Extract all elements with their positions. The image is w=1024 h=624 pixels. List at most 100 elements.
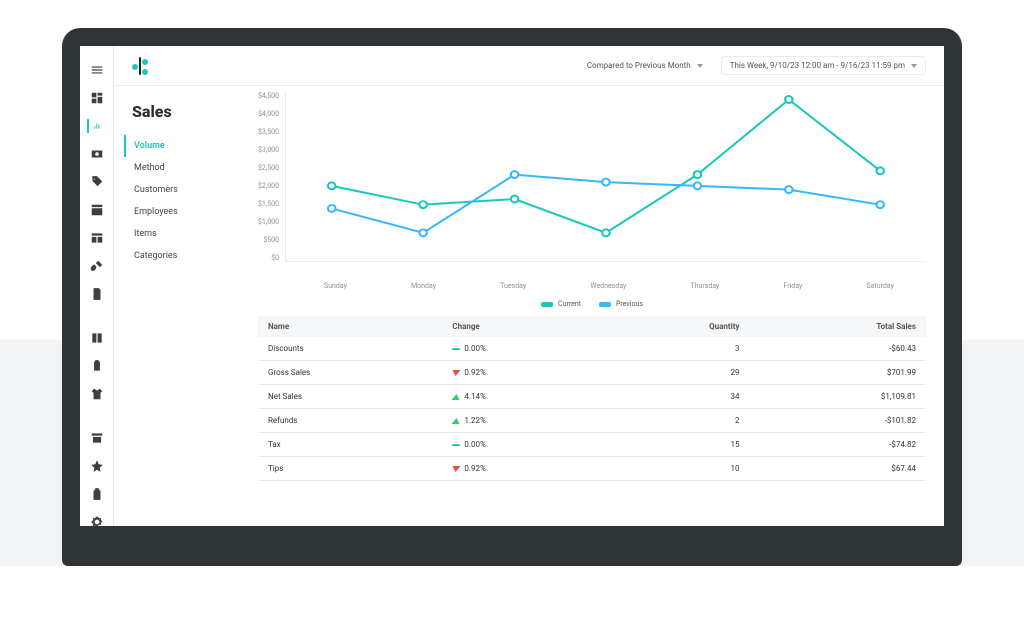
table-row[interactable]: Net Sales 4.14% 34$1,109.81	[258, 385, 926, 409]
change-value: 4.14%	[464, 392, 485, 401]
cell-name: Tax	[258, 433, 442, 457]
chart-point	[328, 205, 335, 212]
clipboard-icon[interactable]	[90, 359, 104, 373]
arrow-down-icon	[452, 370, 461, 376]
chart-point	[602, 179, 609, 186]
cell-total: -$60.43	[749, 337, 926, 361]
y-tick: $1,000	[258, 218, 279, 226]
table-icon[interactable]	[90, 231, 104, 245]
chevron-down-icon	[911, 64, 917, 68]
metrics-table: NameChangeQuantityTotal Sales Discounts0…	[258, 316, 926, 481]
archive-icon[interactable]	[90, 431, 104, 445]
y-tick: $3,000	[258, 146, 279, 154]
cell-change: 0.92%	[442, 361, 600, 385]
subnav-item-items[interactable]: Items	[124, 223, 236, 245]
table-header: Change	[442, 316, 600, 337]
tools-icon[interactable]	[90, 259, 104, 273]
cell-name: Net Sales	[258, 385, 442, 409]
topbar: Compared to Previous Month This Week, 9/…	[114, 46, 944, 86]
table-row[interactable]: Discounts0.00%3-$60.43	[258, 337, 926, 361]
subnav-item-categories[interactable]: Categories	[124, 245, 236, 267]
compare-dropdown[interactable]: Compared to Previous Month	[579, 57, 711, 74]
chart-point	[877, 167, 884, 174]
cell-quantity: 2	[601, 409, 750, 433]
cell-total: $67.44	[749, 457, 926, 481]
cell-change: 0.00%	[442, 433, 600, 457]
table-row[interactable]: Refunds1.22%2-$101.82	[258, 409, 926, 433]
table-header: Total Sales	[749, 316, 926, 337]
cell-total: $1,109.81	[749, 385, 926, 409]
table-row[interactable]: Tips0.92%10$67.44	[258, 457, 926, 481]
chart-point	[328, 182, 335, 189]
compare-label: Compared to Previous Month	[587, 61, 691, 70]
cell-name: Gross Sales	[258, 361, 442, 385]
cell-quantity: 15	[601, 433, 750, 457]
cell-quantity: 3	[601, 337, 750, 361]
cell-change: 0.00%	[442, 337, 600, 361]
cell-quantity: 10	[601, 457, 750, 481]
app-screen: sw Compared to Previous Month This Week,…	[80, 46, 944, 526]
cash-icon[interactable]	[90, 147, 104, 161]
subnav-item-method[interactable]: Method	[124, 157, 236, 179]
date-range-dropdown[interactable]: This Week, 9/10/23 12:00 am - 9/16/23 11…	[721, 56, 926, 75]
avatar[interactable]: sw	[88, 536, 106, 544]
section-subnav: Sales VolumeMethodCustomersEmployeesItem…	[114, 86, 254, 526]
subnav-item-volume[interactable]: Volume	[124, 135, 236, 157]
reports-icon[interactable]	[87, 119, 101, 133]
inventory-icon[interactable]	[90, 203, 104, 217]
book-icon[interactable]	[90, 331, 104, 345]
cell-name: Tips	[258, 457, 442, 481]
menu-icon[interactable]	[90, 63, 104, 77]
shirt-icon[interactable]	[90, 387, 104, 401]
sales-chart: $4,500$4,000$3,500$3,000$2,500$2,000$1,5…	[258, 92, 926, 282]
arrow-up-icon	[452, 418, 461, 424]
chart-point	[419, 201, 426, 208]
y-tick: $4,500	[258, 92, 279, 100]
battery-icon[interactable]	[90, 487, 104, 501]
chevron-down-icon	[697, 64, 703, 68]
y-tick: $4,000	[258, 110, 279, 118]
legend-swatch	[541, 302, 553, 307]
chart-legend: CurrentPrevious	[258, 300, 926, 308]
chart-point	[785, 96, 792, 103]
cell-quantity: 34	[601, 385, 750, 409]
x-tick: Friday	[783, 282, 802, 290]
x-tick: Saturday	[866, 282, 893, 290]
icon-rail: sw	[80, 46, 114, 526]
chart-point	[511, 171, 518, 178]
legend-label: Previous	[616, 300, 643, 308]
chart-y-axis: $4,500$4,000$3,500$3,000$2,500$2,000$1,5…	[258, 92, 285, 262]
star-icon[interactable]	[90, 459, 104, 473]
table-row[interactable]: Tax 0.00% 15-$74.82	[258, 433, 926, 457]
chart-point	[877, 201, 884, 208]
x-tick: Tuesday	[500, 282, 526, 290]
body: Sales VolumeMethodCustomersEmployeesItem…	[114, 86, 944, 526]
cell-total: -$74.82	[749, 433, 926, 457]
cell-quantity: 29	[601, 361, 750, 385]
cell-name: Discounts	[258, 337, 442, 361]
y-tick: $2,500	[258, 164, 279, 172]
change-value: 0.00%	[464, 440, 485, 449]
chart-plot	[285, 92, 926, 262]
app-logo	[132, 57, 150, 75]
content-area: $4,500$4,000$3,500$3,000$2,500$2,000$1,5…	[254, 86, 944, 526]
x-tick: Wednesday	[590, 282, 626, 290]
cell-change: 1.22%	[442, 409, 600, 433]
table-header: Quantity	[601, 316, 750, 337]
document-icon[interactable]	[90, 287, 104, 301]
chart-point	[511, 196, 518, 203]
change-value: 1.22%	[464, 416, 485, 425]
subnav-item-customers[interactable]: Customers	[124, 179, 236, 201]
chart-point	[602, 229, 609, 236]
change-value: 0.92%	[464, 368, 485, 377]
cell-change: 0.92%	[442, 457, 600, 481]
dashboard-icon[interactable]	[90, 91, 104, 105]
gear-icon[interactable]	[90, 515, 104, 529]
tag-icon[interactable]	[90, 175, 104, 189]
y-tick: $3,500	[258, 128, 279, 136]
cell-name: Refunds	[258, 409, 442, 433]
y-tick: $2,000	[258, 182, 279, 190]
chart-point	[785, 186, 792, 193]
subnav-item-employees[interactable]: Employees	[124, 201, 236, 223]
table-row[interactable]: Gross Sales0.92%29$701.99	[258, 361, 926, 385]
